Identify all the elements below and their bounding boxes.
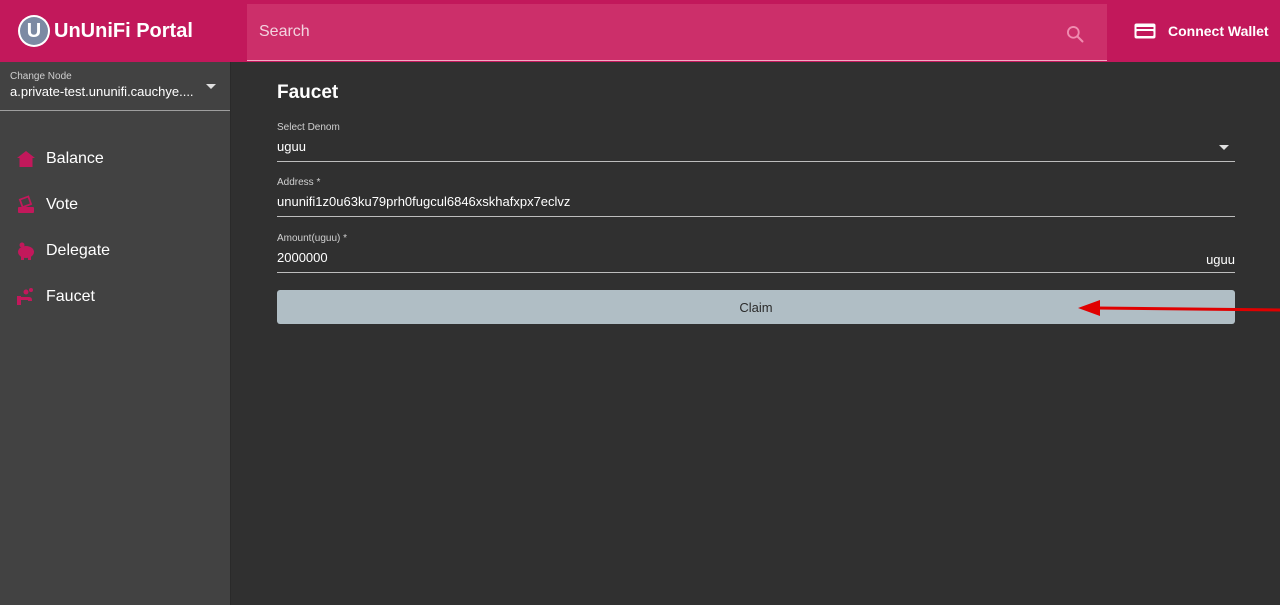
address-label: Address * bbox=[277, 177, 321, 188]
logo-letter: U bbox=[20, 17, 48, 45]
sidebar-nav: Balance Vote Delegate Faucet bbox=[0, 136, 230, 320]
vote-icon bbox=[18, 195, 34, 213]
sidebar-item-faucet[interactable]: Faucet bbox=[0, 274, 230, 320]
sidebar-item-label: Faucet bbox=[46, 288, 95, 305]
amount-field[interactable]: Amount(uguu) * 2000000 uguu bbox=[277, 233, 1235, 273]
annotation-arrow-icon bbox=[1078, 300, 1280, 316]
sidebar-item-delegate[interactable]: Delegate bbox=[0, 228, 230, 274]
app-title: UnUniFi Portal bbox=[54, 19, 193, 42]
change-node-label: Change Node bbox=[10, 71, 72, 82]
ununifi-logo-icon: U bbox=[18, 15, 50, 47]
connect-wallet-button[interactable]: Connect Wallet bbox=[1122, 0, 1280, 62]
claim-label: Claim bbox=[739, 299, 773, 315]
denom-label: Select Denom bbox=[277, 122, 340, 133]
home-icon bbox=[17, 151, 35, 167]
dropdown-arrow-icon[interactable] bbox=[1219, 145, 1229, 150]
wallet-icon bbox=[1134, 23, 1156, 39]
denom-value: uguu bbox=[277, 139, 306, 154]
piggy-bank-icon bbox=[18, 242, 34, 260]
search-icon[interactable] bbox=[1065, 24, 1085, 44]
address-field[interactable]: Address * ununifi1z0u63ku79prh0fugcul684… bbox=[277, 177, 1235, 217]
sidebar-item-label: Vote bbox=[46, 196, 79, 213]
dropdown-arrow-icon[interactable] bbox=[206, 84, 216, 89]
faucet-icon bbox=[17, 288, 33, 305]
sidebar-item-label: Delegate bbox=[46, 242, 111, 259]
amount-unit-suffix: uguu bbox=[1206, 252, 1235, 267]
sidebar-item-balance[interactable]: Balance bbox=[0, 136, 230, 182]
sidebar: Change Node a.private-test.ununifi.cauch… bbox=[0, 62, 231, 605]
sidebar-item-label: Balance bbox=[46, 150, 104, 167]
node-value: a.private-test.ununifi.cauchye.... bbox=[10, 84, 194, 99]
search-bar[interactable] bbox=[247, 4, 1107, 61]
address-value[interactable]: ununifi1z0u63ku79prh0fugcul6846xskhafxpx… bbox=[277, 194, 1235, 213]
top-app-bar: U UnUniFi Portal Connect Wallet bbox=[0, 0, 1280, 62]
denom-select[interactable]: Select Denom uguu bbox=[277, 122, 1235, 162]
connect-wallet-label: Connect Wallet bbox=[1168, 23, 1269, 39]
change-node-select[interactable]: Change Node a.private-test.ununifi.cauch… bbox=[0, 62, 230, 111]
page-title: Faucet bbox=[277, 82, 339, 103]
brand[interactable]: U UnUniFi Portal bbox=[0, 0, 231, 62]
amount-value[interactable]: 2000000 bbox=[277, 250, 1235, 269]
search-input[interactable] bbox=[259, 23, 1039, 41]
amount-label: Amount(uguu) * bbox=[277, 233, 348, 244]
main-content: Faucet Select Denom uguu Address * ununi… bbox=[232, 62, 1280, 605]
sidebar-item-vote[interactable]: Vote bbox=[0, 182, 230, 228]
